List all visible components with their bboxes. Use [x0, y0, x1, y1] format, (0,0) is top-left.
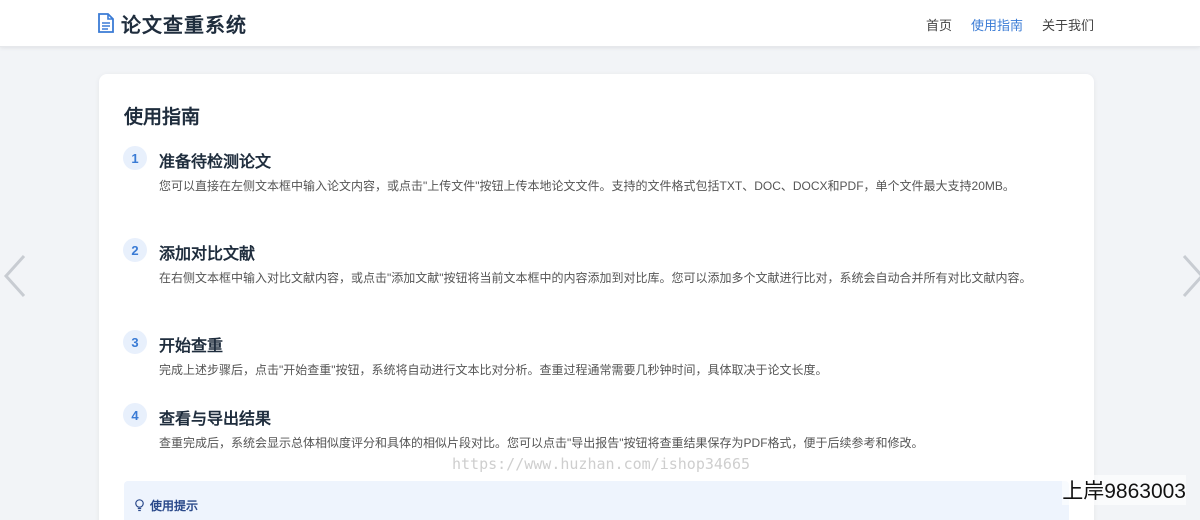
step-title: 查看与导出结果 [159, 411, 272, 428]
usage-tip-header: 使用提示 [134, 497, 198, 514]
step-description: 查重完成后，系统会显示总体相似度评分和具体的相似片段对比。您可以点击"导出报告"… [159, 436, 924, 450]
nav-about[interactable]: 关于我们 [1042, 15, 1094, 34]
step-number: 1 [123, 146, 147, 170]
chevron-right-icon[interactable] [1180, 252, 1200, 300]
guide-card: 使用指南 1 准备待检测论文 您可以直接在左侧文本框中输入论文内容，或点击"上传… [99, 74, 1094, 520]
step-number: 2 [123, 238, 147, 262]
nav-guide[interactable]: 使用指南 [971, 15, 1023, 34]
step-number: 4 [123, 403, 147, 427]
step-title: 添加对比文献 [159, 246, 256, 263]
step-description: 完成上述步骤后，点击"开始查重"按钮，系统将自动进行文本比对分析。查重过程通常需… [159, 363, 828, 377]
usage-tip-box: 使用提示 [124, 481, 1069, 520]
chevron-left-icon[interactable] [2, 252, 28, 300]
document-icon [98, 13, 114, 33]
usage-tip-label: 使用提示 [150, 499, 199, 513]
guide-title: 使用指南 [124, 107, 201, 128]
url-watermark: https://www.huzhan.com/ishop34665 [452, 455, 751, 473]
nav-home[interactable]: 首页 [926, 15, 952, 34]
step-number: 3 [123, 330, 147, 354]
step-description: 在右侧文本框中输入对比文献内容，或点击"添加文献"按钮将当前文本框中的内容添加到… [159, 271, 1032, 285]
corner-id-tag: 上岸9863003 [1062, 475, 1186, 505]
step-title: 开始查重 [159, 338, 224, 355]
brand[interactable]: 论文查重系统 [97, 11, 247, 37]
brand-title: 论文查重系统 [121, 14, 247, 37]
lightbulb-icon [135, 499, 144, 512]
main-nav: 首页 使用指南 关于我们 [926, 15, 1094, 34]
top-navbar: 论文查重系统 首页 使用指南 关于我们 [0, 0, 1200, 47]
step-title: 准备待检测论文 [159, 154, 272, 171]
step-description: 您可以直接在左侧文本框中输入论文内容，或点击"上传文件"按钮上传本地论文文件。支… [159, 179, 1015, 193]
